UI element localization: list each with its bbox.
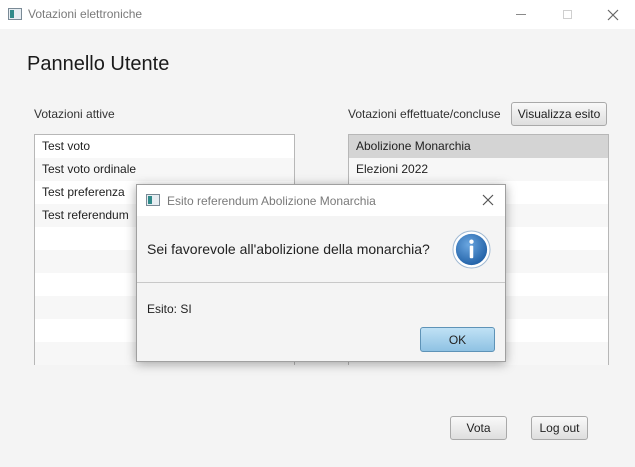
active-votes-label: Votazioni attive bbox=[34, 107, 115, 121]
dialog-app-icon bbox=[146, 194, 160, 206]
minimize-icon bbox=[516, 14, 526, 15]
close-icon bbox=[607, 9, 619, 20]
dialog-title: Esito referendum Abolizione Monarchia bbox=[167, 194, 376, 208]
window-titlebar: Votazioni elettroniche bbox=[0, 0, 635, 29]
vote-button[interactable]: Vota bbox=[450, 416, 507, 440]
app-icon bbox=[8, 8, 22, 20]
dialog-question: Sei favorevole all'abolizione della mona… bbox=[147, 241, 430, 257]
result-dialog: Esito referendum Abolizione Monarchia Se… bbox=[136, 184, 506, 362]
dialog-result-text: Esito: SI bbox=[147, 302, 192, 316]
dialog-titlebar: Esito referendum Abolizione Monarchia bbox=[137, 185, 505, 216]
list-item[interactable]: Test voto bbox=[35, 135, 294, 158]
show-result-button[interactable]: Visualizza esito bbox=[511, 102, 607, 126]
info-icon bbox=[452, 230, 491, 269]
ok-button[interactable]: OK bbox=[420, 327, 495, 352]
dialog-close-button[interactable] bbox=[479, 191, 497, 209]
list-item[interactable]: Test voto ordinale bbox=[35, 158, 294, 181]
dialog-header: Sei favorevole all'abolizione della mona… bbox=[137, 216, 505, 283]
list-item[interactable]: Abolizione Monarchia bbox=[349, 135, 608, 158]
maximize-button[interactable] bbox=[544, 0, 590, 29]
maximize-icon bbox=[562, 10, 572, 19]
logout-button[interactable]: Log out bbox=[531, 416, 588, 440]
close-icon bbox=[482, 194, 494, 206]
done-votes-label: Votazioni effettuate/concluse bbox=[348, 107, 501, 121]
list-item[interactable]: Elezioni 2022 bbox=[349, 158, 608, 181]
window-title: Votazioni elettroniche bbox=[28, 7, 143, 21]
close-window-button[interactable] bbox=[590, 0, 635, 29]
minimize-button[interactable] bbox=[498, 0, 544, 29]
page-title: Pannello Utente bbox=[27, 53, 170, 75]
